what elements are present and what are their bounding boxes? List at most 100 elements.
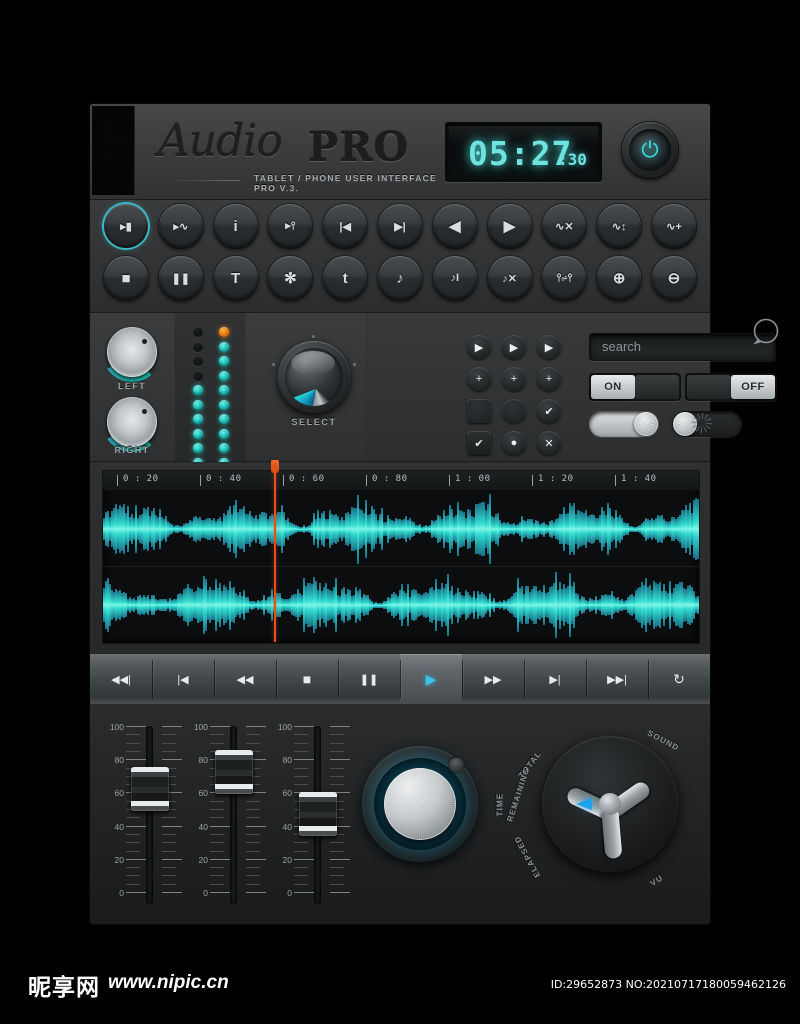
- fader-2-handle[interactable]: [215, 750, 253, 795]
- fader-3-tick: [330, 742, 344, 744]
- power-button[interactable]: ⏻: [622, 122, 678, 178]
- toolbar-button-transpose[interactable]: t: [323, 256, 368, 300]
- fader-3-tick: [330, 892, 350, 893]
- ruler-tick-4: 1 : 00: [449, 474, 491, 486]
- ruler-tick-0: 0 : 20: [117, 474, 159, 486]
- toolbar-button-play[interactable]: ▶: [487, 204, 532, 248]
- fader-3-tick-label: 80: [282, 755, 292, 766]
- toggle-on-switch[interactable]: ON: [589, 373, 681, 401]
- right-volume-knob[interactable]: [102, 392, 162, 452]
- transport-rewind[interactable]: ◀◀: [214, 654, 276, 704]
- ruler-tick-3: 0 : 80: [366, 474, 408, 486]
- slider-switch-left[interactable]: [589, 411, 659, 437]
- toolbar-button-wave-add[interactable]: ∿+: [651, 204, 696, 248]
- logo-script-text: Audio: [158, 116, 283, 167]
- rewind-icon: ◀: [449, 218, 461, 235]
- transport-next-track[interactable]: ▶|: [524, 654, 586, 704]
- toolbar-button-note-edit[interactable]: ♪I: [432, 256, 477, 300]
- toggle-off-switch[interactable]: OFF: [685, 373, 777, 401]
- fader-1-track[interactable]: [146, 726, 153, 904]
- fader-2-tick-label: 100: [193, 722, 208, 732]
- transport-fast-forward[interactable]: ▶▶: [462, 654, 524, 704]
- toolbar-button-zoom-out[interactable]: ⊖: [651, 256, 696, 300]
- waveform-bar: [697, 596, 699, 614]
- fader-1-handle[interactable]: [131, 767, 169, 812]
- transport-previous-track[interactable]: |◀: [152, 654, 214, 704]
- transport-forward-to-end[interactable]: ▶▶|: [586, 654, 648, 704]
- radio-selected-button[interactable]: ●: [502, 431, 526, 455]
- fader-2-tick: [246, 734, 260, 736]
- add-3-button[interactable]: +: [537, 367, 561, 391]
- fader-3-tick: [294, 883, 308, 885]
- add-2-button[interactable]: +: [502, 367, 526, 391]
- left-volume-knob[interactable]: [102, 322, 162, 382]
- toolbar-button-rewind[interactable]: ◀: [432, 204, 477, 248]
- ruler-tick-1: 0 : 40: [200, 474, 242, 486]
- fader-3-tick: [294, 850, 308, 852]
- left-meter-led-0: [193, 327, 203, 337]
- transpose-icon: t: [342, 269, 348, 287]
- select-knob-label: SELECT: [291, 417, 337, 427]
- toolbar-button-wave-adjust[interactable]: ∿↕: [597, 204, 642, 248]
- volume-knob-indicator: [448, 756, 465, 773]
- radio-selected-icon: ●: [510, 437, 518, 449]
- mode-selector-knob[interactable]: [542, 736, 678, 872]
- waveform-display[interactable]: 0 : 20 0 : 40 0 : 60 0 : 80 1 : 00 1 : 20 1 : …: [102, 470, 700, 644]
- fader-3-tick: [294, 775, 308, 777]
- fader-3-handle[interactable]: [299, 791, 337, 836]
- toolbar-button-text[interactable]: T: [213, 256, 258, 300]
- fader-1-tick: [162, 759, 182, 761]
- transport-stop[interactable]: ■: [276, 654, 338, 704]
- left-meter-led-1: [193, 341, 203, 352]
- toolbar-button-settings-gear[interactable]: ✻: [268, 256, 313, 300]
- checkbox-empty-button[interactable]: [467, 399, 491, 423]
- radio-empty-button[interactable]: [502, 399, 526, 423]
- volume-knob[interactable]: [362, 746, 478, 862]
- toolbar-button-pause[interactable]: ❚❚: [158, 256, 203, 300]
- play-small-1-button[interactable]: ▶: [467, 335, 491, 359]
- fader-1-tick: [126, 817, 140, 819]
- close-circle-button[interactable]: ✕: [537, 431, 561, 455]
- play-small-2-button[interactable]: ▶: [502, 335, 526, 359]
- add-1-button[interactable]: +: [467, 367, 491, 391]
- jog-dot-left: [272, 363, 275, 366]
- timeline-ruler[interactable]: 0 : 20 0 : 40 0 : 60 0 : 80 1 : 00 1 : 20 1 : …: [103, 471, 699, 491]
- toolbar-button-marker-wave[interactable]: ▸∿: [158, 204, 203, 248]
- selector-label-elapsed: ELAPSED: [512, 833, 542, 880]
- wave-adjust-icon: ∿↕: [611, 220, 627, 233]
- transport-repeat[interactable]: ↻: [648, 654, 710, 704]
- toolbar-button-stop[interactable]: ■: [104, 256, 148, 300]
- control-panel: LEFT RIGHT SELECT ▶ ▶ ▶ + + + ✔ ✔ ● ✕ se…: [90, 313, 779, 468]
- fader-2[interactable]: 0 20 40 60 80 100: [188, 722, 268, 904]
- toolbar-button-info[interactable]: i: [213, 204, 258, 248]
- toolbar-button-skip-end[interactable]: ▶|: [377, 204, 422, 248]
- right-knob-body: [107, 397, 157, 447]
- transport-pause[interactable]: ❚❚: [338, 654, 400, 704]
- toolbar-button-zoom-in[interactable]: ⊕: [597, 256, 642, 300]
- fader-3[interactable]: 0 20 40 60 80 100: [272, 722, 352, 904]
- toolbar-button-wave-delete[interactable]: ∿✕: [542, 204, 587, 248]
- fader-1-tick: [162, 742, 176, 744]
- transport-play[interactable]: ▶: [400, 654, 462, 704]
- right-meter-led-7: [219, 428, 229, 439]
- fader-1-tick: [162, 817, 176, 819]
- play-small-3-button[interactable]: ▶: [537, 335, 561, 359]
- select-jog-knob[interactable]: [272, 335, 356, 413]
- checkbox-checked-button[interactable]: ✔: [467, 431, 491, 455]
- toolbar-button-record-marker[interactable]: ▸▮: [104, 204, 148, 248]
- bottom-panel: 0 20 40 60 80 100 0 20 40 60 80 100 0 20 40 60 80 100 T…: [90, 704, 710, 924]
- volume-knob-cap: [384, 768, 456, 840]
- check-circle-button[interactable]: ✔: [537, 399, 561, 423]
- toolbar-button-note-delete[interactable]: ♪✕: [487, 256, 532, 300]
- search-icon[interactable]: [745, 317, 781, 353]
- fader-3-tick: [294, 759, 314, 761]
- zoom-in-icon: ⊕: [612, 270, 626, 287]
- fader-1[interactable]: 0 20 40 60 80 100: [104, 722, 184, 904]
- transport-rewind-to-start[interactable]: ◀◀|: [90, 654, 152, 704]
- toolbar-button-waveform-trim[interactable]: ⫯⩫⫯: [542, 256, 587, 300]
- zoom-out-icon: ⊖: [667, 270, 681, 287]
- toolbar-button-marker-split[interactable]: ▸⫯: [268, 204, 313, 248]
- toolbar-button-note[interactable]: ♪: [377, 256, 422, 300]
- toolbar-button-skip-start[interactable]: |◀: [323, 204, 368, 248]
- fader-2-tick-label: 40: [198, 821, 208, 832]
